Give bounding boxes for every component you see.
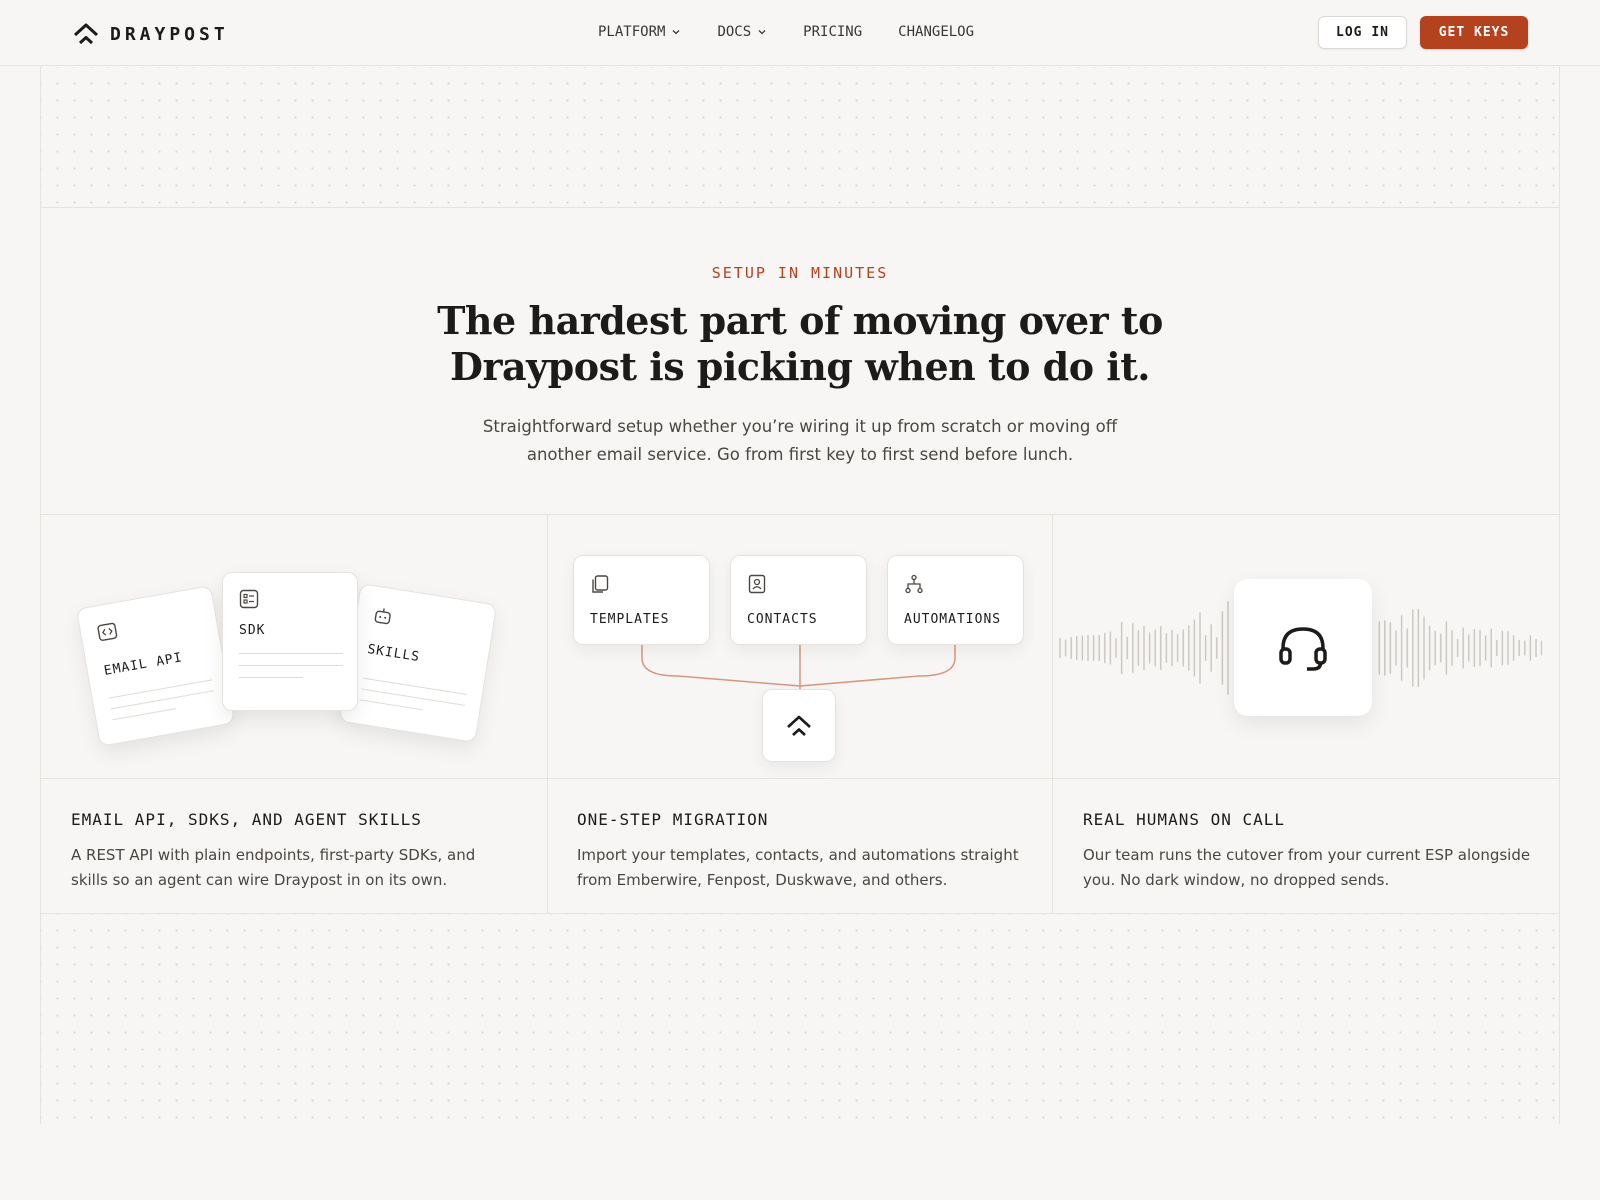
feature-desc-support: Our team runs the cutover from your curr…	[1083, 843, 1533, 893]
source-label-automations: AUTOMATIONS	[904, 612, 1002, 627]
top-nav: DRAYPOST PLATFORM DOCS PRICING CHANGELOG…	[0, 0, 1600, 66]
nav-platform-label: PLATFORM	[598, 24, 666, 40]
nav-pricing[interactable]: PRICING	[803, 24, 862, 40]
workflow-icon	[905, 574, 923, 594]
card-text-line	[108, 679, 213, 699]
brand-name: DRAYPOST	[110, 23, 229, 45]
source-templates: TEMPLATES	[573, 555, 710, 645]
migration-target	[762, 689, 836, 762]
subhead-line-1: Straightforward setup whether you’re wir…	[482, 417, 1118, 436]
dotted-pattern-bottom	[41, 914, 1559, 1124]
subhead-line-2: another email service. Go from first key…	[526, 445, 1074, 464]
contact-icon	[748, 574, 766, 594]
feature-desc-line: Import your templates, contacts, and aut…	[577, 846, 1019, 864]
card-sdk: SDK	[222, 572, 358, 711]
feature-title-support: REAL HUMANS ON CALL	[1083, 810, 1286, 829]
copy-icon	[592, 575, 609, 593]
source-contacts: CONTACTS	[730, 555, 867, 645]
section-headline: The hardest part of moving over to Drayp…	[400, 298, 1200, 390]
card-text-line	[239, 653, 343, 654]
column-divider	[1052, 515, 1053, 913]
source-label-contacts: CONTACTS	[747, 612, 818, 627]
nav-docs[interactable]: DOCS	[717, 24, 767, 40]
card-label-skills: SKILLS	[366, 642, 421, 666]
list-icon	[239, 589, 259, 609]
headline-line-2: Draypost is picking when to do it.	[449, 344, 1151, 389]
card-text-line	[239, 677, 303, 678]
login-button[interactable]: LOG IN	[1318, 16, 1407, 49]
source-label-templates: TEMPLATES	[590, 612, 670, 627]
robot-icon	[374, 608, 391, 625]
headset-icon	[1279, 626, 1327, 671]
draypost-logo-icon	[73, 23, 99, 45]
card-label-email-api: EMAIL API	[102, 650, 184, 679]
card-text-line	[112, 708, 176, 721]
code-icon	[97, 622, 118, 641]
nav-docs-label: DOCS	[717, 24, 752, 40]
feature-desc-line: Our team runs the cutover from your curr…	[1083, 846, 1531, 864]
feature-desc-api: A REST API with plain endpoints, first-p…	[71, 843, 521, 893]
feature-desc-migration: Import your templates, contacts, and aut…	[577, 843, 1027, 893]
chevron-down-icon	[758, 30, 766, 35]
feature-title-migration: ONE-STEP MIGRATION	[577, 810, 769, 829]
feature-desc-line: skills so an agent can wire Draypost in …	[71, 871, 448, 889]
card-email-api: EMAIL API	[75, 585, 236, 747]
column-divider	[547, 515, 548, 913]
card-text-line	[359, 699, 423, 711]
nav-links: PLATFORM DOCS PRICING CHANGELOG	[598, 20, 974, 44]
card-text-line	[239, 665, 343, 666]
divider	[40, 514, 1560, 515]
chevron-down-icon	[672, 30, 680, 35]
card-text-line	[362, 677, 467, 695]
section-subhead: Straightforward setup whether you’re wir…	[470, 413, 1130, 469]
section-eyebrow: SETUP IN MINUTES	[711, 264, 889, 282]
nav-changelog-label: CHANGELOG	[898, 24, 975, 40]
dotted-pattern-top	[41, 67, 1559, 207]
nav-platform[interactable]: PLATFORM	[598, 24, 681, 40]
feature-title-api: EMAIL API, SDKS, AND AGENT SKILLS	[71, 810, 422, 829]
frame-right-border	[1559, 66, 1560, 1124]
nav-pricing-label: PRICING	[803, 24, 863, 40]
card-label-sdk: SDK	[239, 623, 266, 638]
nav-changelog[interactable]: CHANGELOG	[898, 24, 974, 40]
support-box	[1234, 579, 1372, 716]
source-automations: AUTOMATIONS	[887, 555, 1024, 645]
brand-logo[interactable]: DRAYPOST	[72, 20, 229, 48]
feature-desc-line: you. No dark window, no dropped sends.	[1083, 871, 1390, 889]
card-skills: SKILLS	[338, 583, 498, 743]
card-text-line	[110, 690, 215, 710]
draypost-logo-icon	[787, 715, 811, 736]
get-keys-button[interactable]: GET KEYS	[1420, 16, 1528, 49]
headline-line-1: The hardest part of moving over to	[437, 298, 1163, 343]
feature-desc-line: from Emberwire, Fenpost, Duskwave, and o…	[577, 871, 948, 889]
divider	[40, 207, 1560, 208]
feature-desc-line: A REST API with plain endpoints, first-p…	[71, 846, 476, 864]
divider	[40, 778, 1560, 779]
